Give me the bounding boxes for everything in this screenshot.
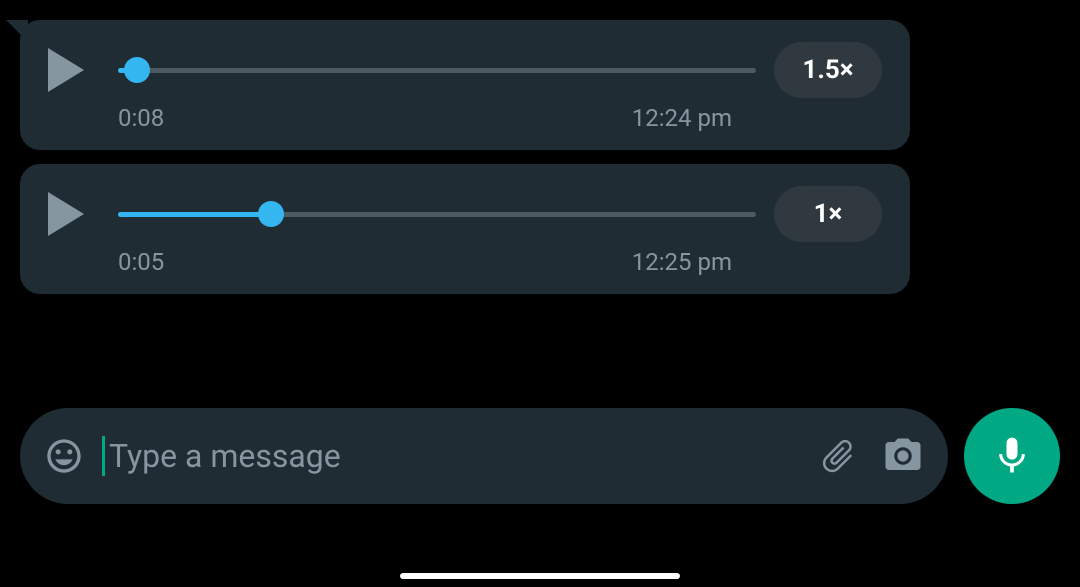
input-placeholder: Type a message [109,437,341,475]
text-caret [102,436,105,476]
composer-row: Type a message [20,408,1060,504]
microphone-icon [990,434,1034,478]
audio-duration: 0:05 [118,248,164,276]
slider-thumb[interactable] [124,57,150,83]
voice-controls-row: 1.5× [48,42,882,98]
play-icon [48,192,84,236]
message-timestamp: 12:25 pm [632,248,732,276]
camera-icon [882,435,924,477]
paperclip-icon [818,436,858,476]
playback-speed-button[interactable]: 1× [774,186,882,242]
message-input[interactable]: Type a message [102,432,776,480]
audio-seek-slider[interactable] [118,48,756,92]
audio-seek-slider[interactable] [118,192,756,236]
voice-meta-row: 0:08 12:24 pm [48,104,882,132]
message-input-container: Type a message [20,408,948,504]
play-button[interactable] [48,192,108,236]
audio-duration: 0:08 [118,104,164,132]
slider-progress [118,212,271,217]
emoji-smile-icon [44,436,84,476]
chat-messages: 1.5× 0:08 12:24 pm 1× 0:05 12:25 pm [20,20,910,308]
play-icon [48,48,84,92]
camera-button[interactable] [882,435,924,477]
attach-button[interactable] [818,436,858,476]
nav-home-indicator[interactable] [400,573,680,579]
voice-message: 1× 0:05 12:25 pm [20,164,910,294]
voice-message: 1.5× 0:08 12:24 pm [20,20,910,150]
emoji-button[interactable] [44,436,84,476]
message-timestamp: 12:24 pm [632,104,732,132]
slider-thumb[interactable] [258,201,284,227]
record-voice-button[interactable] [964,408,1060,504]
play-button[interactable] [48,48,108,92]
voice-controls-row: 1× [48,186,882,242]
playback-speed-button[interactable]: 1.5× [774,42,882,98]
slider-track [118,68,756,73]
voice-meta-row: 0:05 12:25 pm [48,248,882,276]
